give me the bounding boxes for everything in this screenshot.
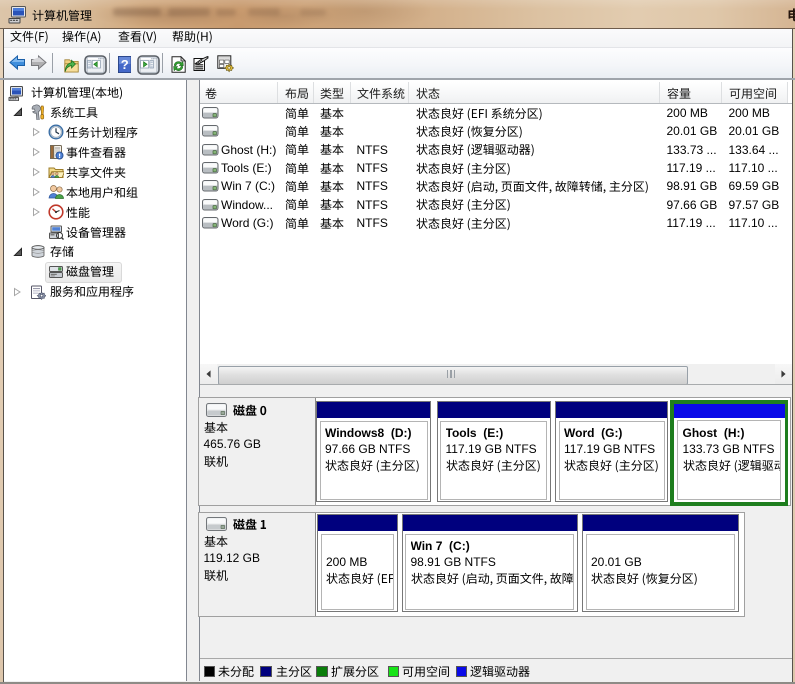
- svg-text:?: ?: [120, 57, 128, 72]
